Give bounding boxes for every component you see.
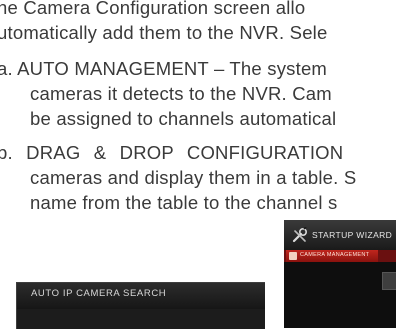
- wizard-panel: [382, 272, 396, 290]
- list-item-line: name from the table to the channel s: [30, 192, 338, 213]
- tab-label: CAMERA MANAGEMENT: [300, 252, 370, 258]
- camera-management-icon: [289, 252, 297, 260]
- list-item-line: cameras and display them in a table. S: [30, 167, 357, 188]
- wizard-title: STARTUP WIZARD: [312, 230, 393, 240]
- list-item-line-a: a. AUTO MANAGEMENT – The system: [0, 58, 328, 79]
- document-text: he Camera Configuration screen allo utom…: [0, 0, 396, 213]
- auto-ip-camera-search-screenshot: AUTO IP CAMERA SEARCH: [16, 282, 265, 329]
- paragraph-line: he Camera Configuration screen allo: [0, 0, 306, 18]
- startup-wizard-screenshot: STARTUP WIZARD CAMERA MANAGEMENT: [284, 220, 396, 328]
- list-item-line: cameras it detects to the NVR. Cam: [30, 83, 332, 104]
- wizard-tools-icon: [292, 227, 308, 243]
- paragraph-line: utomatically add them to the NVR. Sele: [0, 22, 328, 43]
- list-item-line: be assigned to channels automatical: [30, 108, 337, 129]
- tab-camera-management: CAMERA MANAGEMENT: [286, 250, 378, 262]
- dialog-title: AUTO IP CAMERA SEARCH: [31, 288, 167, 299]
- list-item-line-b: b. DRAG & DROP CONFIGURATION: [0, 142, 344, 163]
